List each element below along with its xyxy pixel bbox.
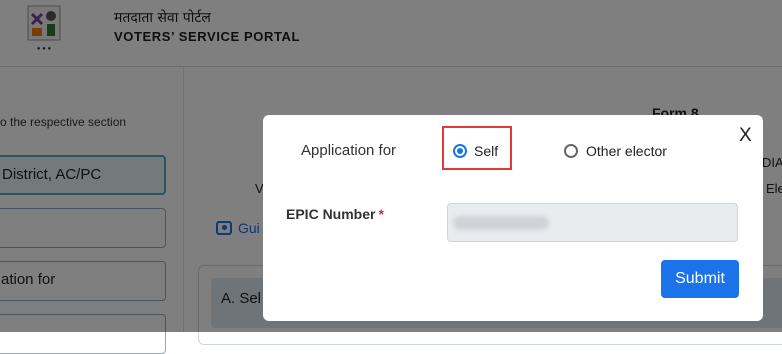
- submit-button[interactable]: Submit: [661, 260, 739, 298]
- other-elector-radio-label[interactable]: Other elector: [586, 143, 667, 159]
- application-for-label: Application for: [301, 142, 397, 159]
- self-radio-label[interactable]: Self: [474, 143, 498, 159]
- application-for-modal: X Application for Self Other elector EPI…: [263, 115, 763, 321]
- epic-number-label: EPIC Number *: [286, 206, 384, 222]
- self-radio[interactable]: [453, 144, 467, 158]
- required-asterisk: *: [378, 206, 384, 222]
- other-elector-radio[interactable]: [564, 144, 578, 158]
- close-button[interactable]: X: [739, 125, 752, 147]
- epic-number-label-text: EPIC Number: [286, 206, 376, 222]
- blurred-epic-value: [453, 216, 549, 230]
